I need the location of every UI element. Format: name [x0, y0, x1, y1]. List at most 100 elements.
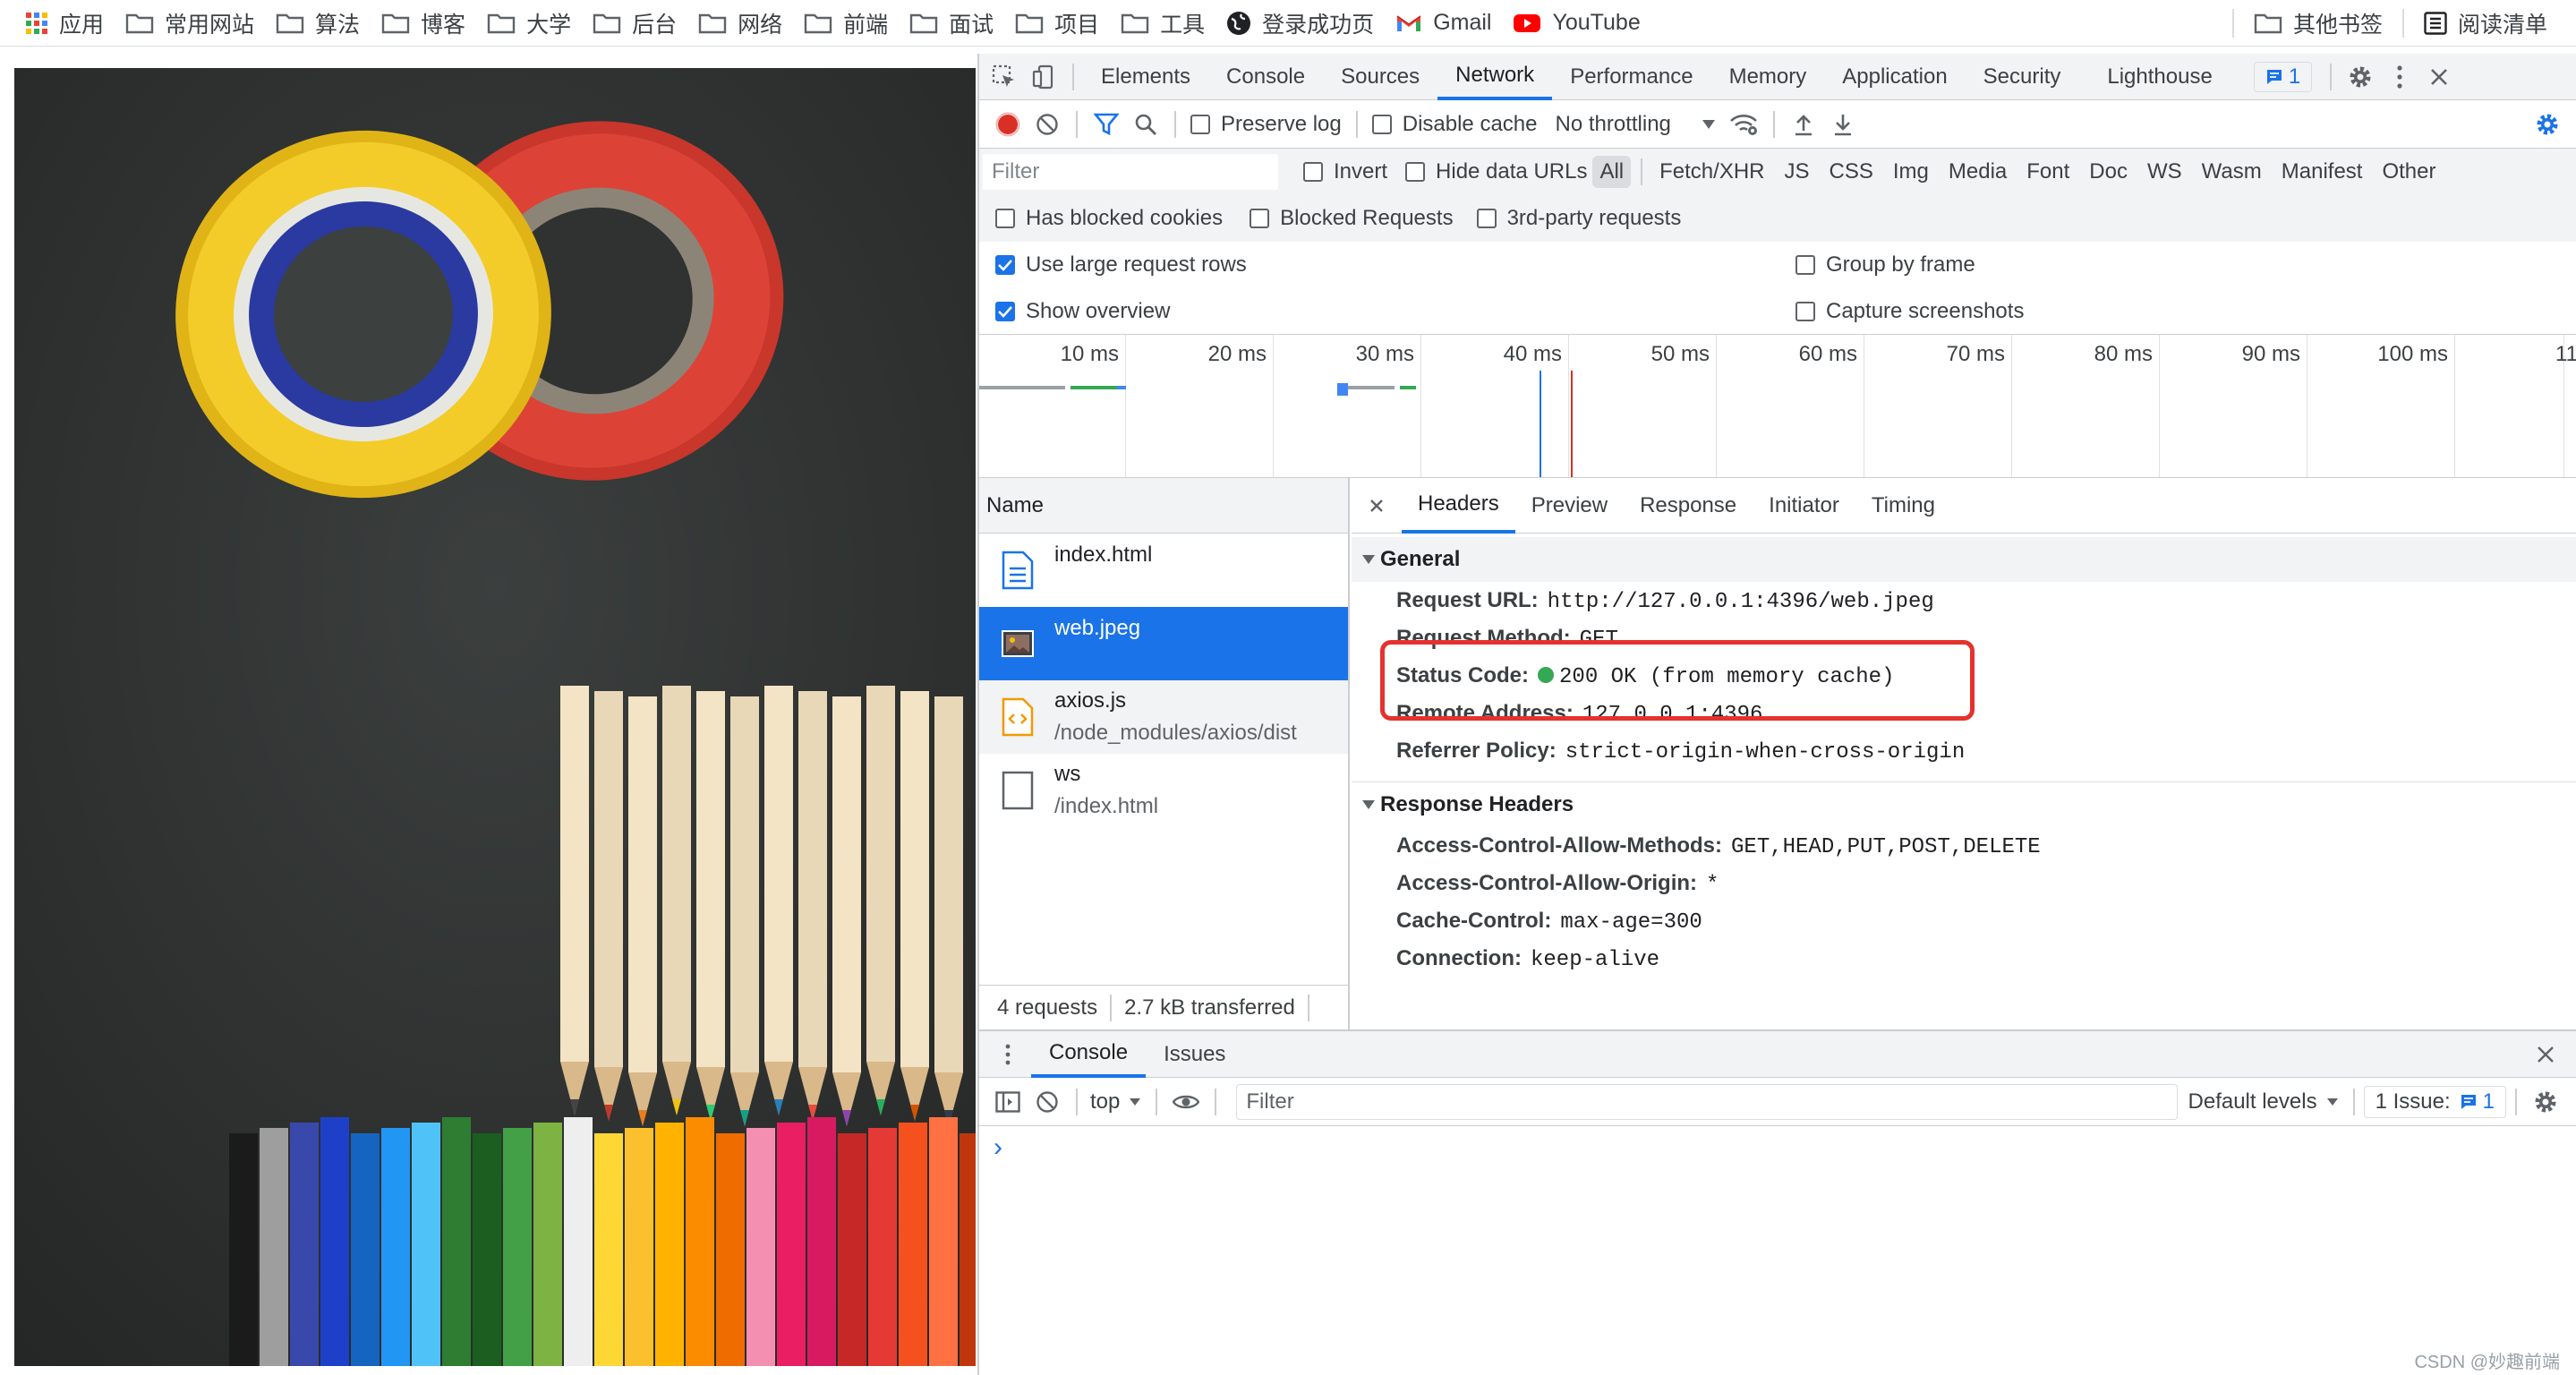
tab-timing[interactable]: Timing	[1855, 478, 1951, 534]
log-levels-select[interactable]: Default levels	[2188, 1089, 2339, 1115]
bookmark-other[interactable]: 其他书签	[2243, 0, 2393, 47]
filter-type-img[interactable]: Img	[1886, 156, 1936, 188]
overview-gridline: 50 ms	[1651, 335, 1717, 477]
drawer-tab-issues[interactable]: Issues	[1146, 1031, 1243, 1078]
reading-list[interactable]: 阅读清单	[2413, 0, 2558, 47]
response-headers-section-header[interactable]: Response Headers	[1352, 782, 2576, 827]
bookmark-folder[interactable]: 工具	[1110, 0, 1215, 47]
close-drawer-button[interactable]	[2526, 1035, 2565, 1074]
context-select[interactable]: top	[1090, 1089, 1141, 1115]
filter-type-ws[interactable]: WS	[2140, 156, 2189, 188]
throttling-select[interactable]: No throttling	[1555, 112, 1715, 137]
capture-screenshots-checkbox[interactable]: Capture screenshots	[1796, 299, 2024, 324]
general-section-header[interactable]: General	[1352, 537, 2576, 582]
close-details-button[interactable]	[1357, 486, 1396, 525]
bookmark-folder[interactable]: 面试	[899, 0, 1004, 47]
drawer-tab-console[interactable]: Console	[1031, 1031, 1147, 1078]
invert-checkbox[interactable]: Invert	[1303, 159, 1387, 184]
has-blocked-cookies-checkbox[interactable]: Has blocked cookies	[995, 206, 1223, 231]
bookmark-folder[interactable]: 网络	[687, 0, 793, 47]
eye-icon	[1173, 1095, 1200, 1108]
tab-network[interactable]: Network	[1437, 54, 1553, 100]
tab-security[interactable]: Security	[1966, 54, 2079, 100]
console-prompt[interactable]: ›	[979, 1126, 2576, 1169]
filter-type-media[interactable]: Media	[1941, 156, 2014, 188]
tab-headers[interactable]: Headers	[1402, 478, 1515, 534]
folder-icon	[2254, 13, 2282, 34]
bookmark-apps[interactable]: 应用	[0, 0, 115, 47]
network-settings-button[interactable]	[2528, 105, 2567, 144]
network-overview-timeline[interactable]: 10 ms 20 ms 30 ms 40 ms 50 ms 60 ms 70 m…	[979, 335, 2576, 478]
console-filter-input[interactable]	[1236, 1083, 2178, 1120]
record-button[interactable]	[988, 105, 1028, 144]
filter-type-doc[interactable]: Doc	[2082, 156, 2135, 188]
disable-cache-checkbox[interactable]: Disable cache	[1371, 112, 1537, 137]
drawer-menu-button[interactable]	[988, 1035, 1028, 1074]
export-har-button[interactable]	[1823, 105, 1863, 144]
request-row[interactable]: axios.js/node_modules/axios/dist	[979, 680, 1348, 754]
overview-tick-label: 100 ms	[2377, 342, 2448, 366]
hide-data-urls-checkbox[interactable]: Hide data URLs	[1405, 159, 1587, 184]
inspect-element-button[interactable]	[985, 57, 1024, 97]
colored-pencil	[960, 1133, 976, 1366]
issues-badge[interactable]: 1	[2253, 61, 2313, 92]
bookmark-folder[interactable]: 前端	[793, 0, 899, 47]
bookmark-folder[interactable]: 博客	[371, 0, 476, 47]
bookmark-login-page[interactable]: 登录成功页	[1215, 0, 1385, 47]
request-row-selected[interactable]: web.jpeg	[979, 607, 1348, 680]
column-header-name[interactable]: Name	[979, 478, 1348, 534]
blocked-requests-checkbox[interactable]: Blocked Requests	[1250, 206, 1454, 231]
tab-lighthouse[interactable]: Lighthouse	[2089, 54, 2230, 100]
filter-type-fetch-xhr[interactable]: Fetch/XHR	[1652, 156, 1771, 188]
filter-type-manifest[interactable]: Manifest	[2274, 156, 2370, 188]
filter-input[interactable]	[983, 154, 1278, 190]
header-row: Cache-Control: max-age=300	[1352, 902, 2576, 940]
tab-elements[interactable]: Elements	[1083, 54, 1208, 100]
issues-count: 1	[2482, 1089, 2495, 1114]
filter-type-font[interactable]: Font	[2019, 156, 2077, 188]
preserve-log-checkbox[interactable]: Preserve log	[1190, 112, 1342, 137]
request-row[interactable]: ws/index.html	[979, 754, 1348, 827]
device-toolbar-button[interactable]	[1024, 57, 1063, 97]
close-devtools-button[interactable]	[2419, 57, 2459, 97]
tab-memory[interactable]: Memory	[1711, 54, 1825, 100]
bookmark-folder[interactable]: 大学	[476, 0, 582, 47]
more-options-button[interactable]	[2380, 57, 2419, 97]
bookmark-folder[interactable]: 项目	[1004, 0, 1110, 47]
request-row[interactable]: index.html	[979, 534, 1348, 607]
tab-initiator[interactable]: Initiator	[1753, 478, 1855, 534]
large-rows-checkbox[interactable]: Use large request rows	[995, 252, 1247, 278]
bookmark-youtube[interactable]: YouTube	[1502, 0, 1651, 47]
show-overview-checkbox[interactable]: Show overview	[995, 299, 1170, 324]
checkbox-label: Invert	[1334, 159, 1388, 184]
filter-type-css[interactable]: CSS	[1822, 156, 1881, 188]
clear-console-button[interactable]	[1028, 1082, 1067, 1122]
clear-button[interactable]	[1028, 105, 1067, 144]
filter-type-wasm[interactable]: Wasm	[2195, 156, 2269, 188]
filter-type-other[interactable]: Other	[2375, 156, 2443, 188]
search-button[interactable]	[1126, 105, 1165, 144]
filter-type-js[interactable]: JS	[1778, 156, 1817, 188]
console-settings-button[interactable]	[2526, 1082, 2565, 1122]
request-name: web.jpeg	[1054, 616, 1141, 640]
tab-console[interactable]: Console	[1208, 54, 1323, 100]
filter-toggle-button[interactable]	[1087, 105, 1126, 144]
console-issues-button[interactable]: 1 Issue: 1	[2363, 1085, 2506, 1118]
console-sidebar-button[interactable]	[988, 1082, 1028, 1122]
settings-button[interactable]	[2341, 57, 2380, 97]
tab-response[interactable]: Response	[1624, 478, 1753, 534]
import-har-button[interactable]	[1784, 105, 1823, 144]
bookmark-folder[interactable]: 算法	[265, 0, 371, 47]
bookmark-folder[interactable]: 常用网站	[115, 0, 265, 47]
third-party-checkbox[interactable]: 3rd-party requests	[1476, 206, 1681, 231]
group-by-frame-checkbox[interactable]: Group by frame	[1796, 252, 1975, 278]
network-conditions-button[interactable]	[1725, 105, 1764, 144]
tab-sources[interactable]: Sources	[1323, 54, 1437, 100]
live-expression-button[interactable]	[1166, 1082, 1206, 1122]
bookmark-gmail[interactable]: Gmail	[1385, 0, 1502, 47]
bookmark-folder[interactable]: 后台	[582, 0, 687, 47]
tab-application[interactable]: Application	[1824, 54, 1965, 100]
filter-type-all[interactable]: All	[1592, 156, 1632, 188]
tab-preview[interactable]: Preview	[1515, 478, 1624, 534]
tab-performance[interactable]: Performance	[1552, 54, 1710, 100]
